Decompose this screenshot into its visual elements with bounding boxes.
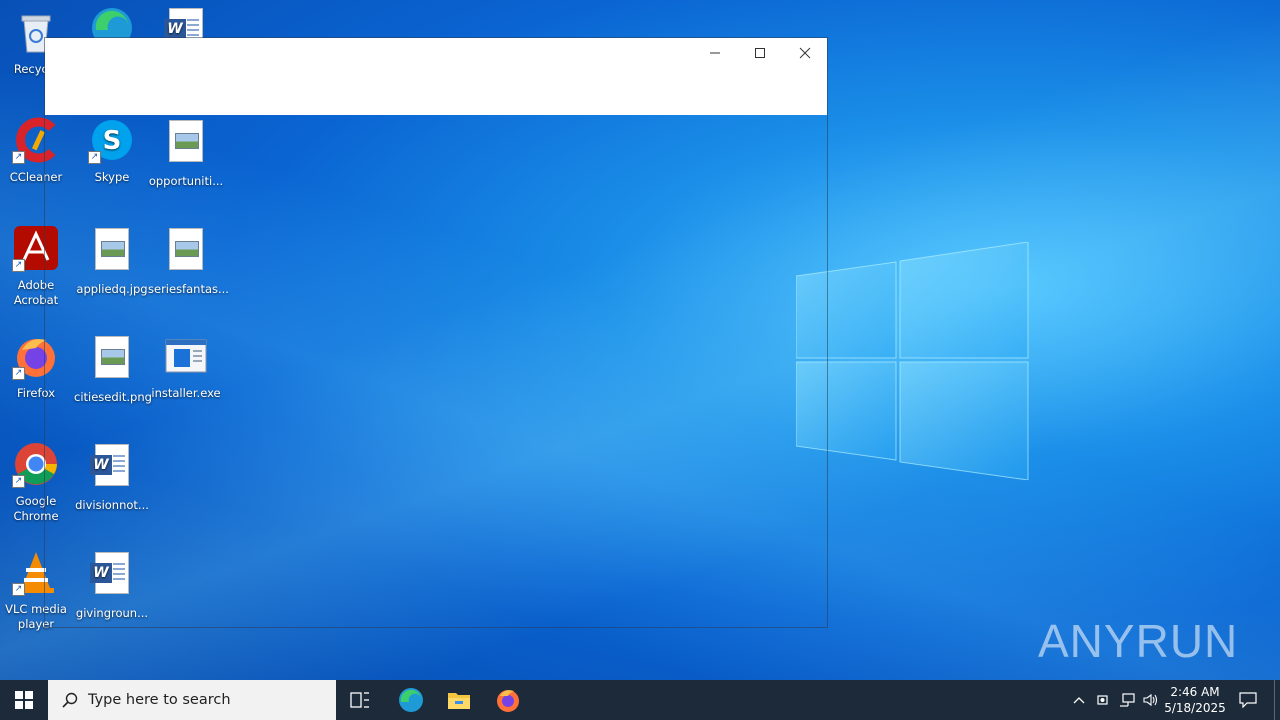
task-view-icon: [350, 692, 369, 708]
watermark-text-left: ANY: [1038, 615, 1136, 667]
clock-date: 5/18/2025: [1164, 701, 1226, 715]
speaker-icon: [1143, 693, 1158, 707]
shortcut-arrow-icon: ↗: [12, 151, 25, 164]
file-explorer-icon: [448, 693, 470, 709]
clock-time: 2:46 AM: [1170, 685, 1220, 699]
meet-now-icon: [1097, 695, 1108, 705]
maximize-icon: [754, 48, 765, 58]
network-icon: [1120, 693, 1135, 707]
start-button[interactable]: [0, 680, 48, 720]
shortcut-arrow-icon: ↗: [12, 583, 25, 596]
shortcut-arrow-icon: ↗: [12, 367, 25, 380]
close-icon: [799, 47, 810, 59]
network-button[interactable]: [1116, 680, 1138, 720]
chevron-up-icon: [1073, 697, 1085, 704]
action-center-button[interactable]: [1232, 680, 1264, 720]
window-titlebar[interactable]: [45, 38, 827, 115]
windows-start-icon: [15, 691, 33, 709]
minimize-button[interactable]: [692, 38, 737, 68]
show-desktop-button[interactable]: [1274, 680, 1275, 720]
minimize-icon: [709, 52, 720, 54]
task-view-button[interactable]: [340, 680, 380, 720]
taskbar-firefox-button[interactable]: [487, 680, 529, 720]
watermark-text-right: RUN: [1135, 615, 1239, 667]
edge-icon: [399, 688, 423, 712]
search-icon: [62, 692, 78, 708]
taskbar-file-explorer-button[interactable]: [438, 680, 480, 720]
volume-button[interactable]: [1140, 680, 1162, 720]
search-placeholder: Type here to search: [88, 692, 231, 708]
taskbar-edge-button[interactable]: [390, 680, 432, 720]
close-button[interactable]: [782, 38, 827, 68]
shortcut-arrow-icon: ↗: [12, 475, 25, 488]
notification-icon: [1239, 692, 1257, 708]
windows-wallpaper-logo: [796, 242, 1029, 480]
maximize-button[interactable]: [737, 38, 782, 68]
shortcut-arrow-icon: ↗: [12, 259, 25, 272]
tray-device-button[interactable]: [1092, 680, 1114, 720]
anyrun-watermark: ANY RUN: [1038, 606, 1238, 676]
app-window[interactable]: [44, 37, 828, 628]
taskbar-search-box[interactable]: Type here to search: [48, 680, 336, 720]
taskbar: Type here to search 2:46 AM 5/18/2025: [0, 680, 1280, 720]
firefox-icon: [497, 690, 519, 712]
show-hidden-icons-button[interactable]: [1068, 680, 1090, 720]
taskbar-clock[interactable]: 2:46 AM 5/18/2025: [1162, 680, 1228, 720]
